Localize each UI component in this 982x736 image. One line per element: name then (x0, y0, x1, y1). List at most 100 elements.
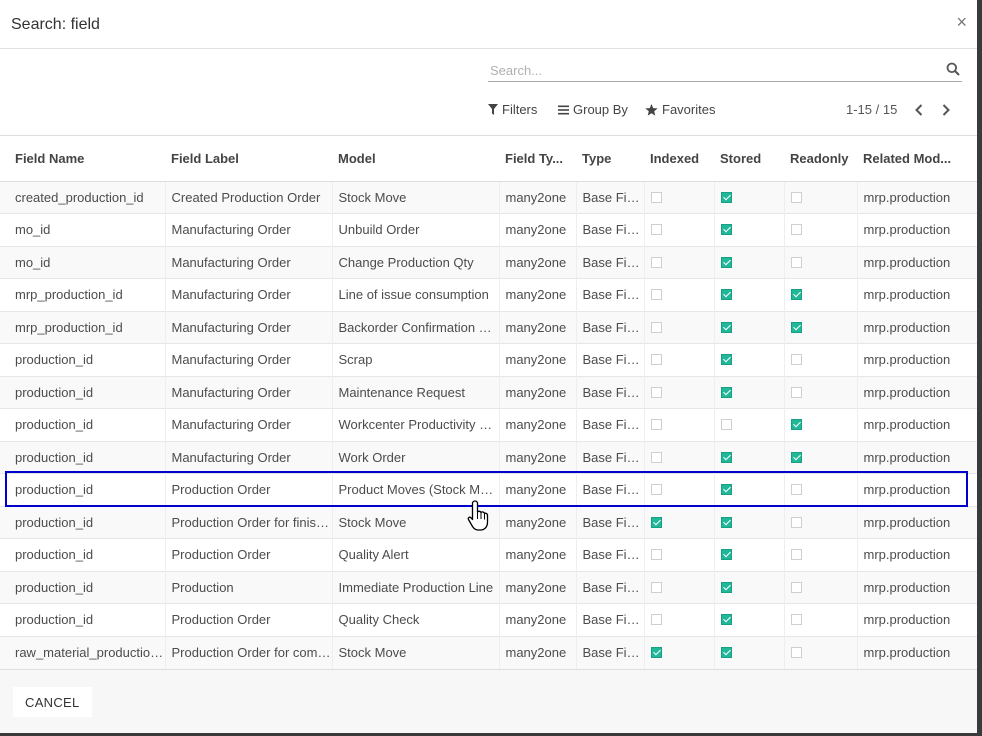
cell-field-label: Manufacturing Order (165, 343, 333, 376)
table-row[interactable]: production_id Manufacturing Order Work Ord… (0, 440, 977, 474)
search-input[interactable] (488, 60, 932, 80)
readonly-checkbox (790, 451, 802, 463)
cell-field-type: many2one (499, 278, 577, 311)
dialog-title: Search: field (11, 16, 100, 33)
cell-related-model: mrp.production (857, 213, 977, 246)
indexed-checkbox (650, 256, 662, 268)
table-row[interactable]: production_id Production Order Quality Che… (0, 603, 977, 636)
stored-checkbox (720, 386, 732, 398)
readonly-checkbox (790, 224, 802, 236)
cell-indexed (644, 473, 715, 506)
table-row[interactable]: mrp_production_id Manufacturing Order Line… (0, 278, 977, 311)
cell-type: Base Field (576, 473, 645, 506)
table-row[interactable]: mrp_production_id Manufacturing Order Back… (0, 310, 977, 344)
header-indexed[interactable]: Indexed (644, 136, 714, 182)
cell-field-label: Manufacturing Order (165, 278, 333, 311)
table-row[interactable]: production_id Manufacturing Order Maintena… (0, 375, 977, 409)
cell-field-label: Manufacturing Order (165, 408, 333, 441)
favorites-label: Favorites (662, 102, 716, 117)
cell-stored (714, 180, 785, 214)
table-row[interactable]: production_id Production Order Product Mov… (0, 473, 977, 506)
cell-readonly (784, 440, 858, 474)
table-row[interactable]: production_id Manufacturing Order Workcent… (0, 408, 977, 441)
cell-stored (714, 635, 785, 669)
cell-field-type: many2one (499, 375, 577, 409)
cell-model: Immediate Production Line (332, 570, 500, 604)
group-by-button[interactable]: Group By (558, 102, 628, 117)
table-row[interactable]: production_id Production Order for finish… (0, 505, 977, 539)
cell-type: Base Field (576, 213, 645, 246)
cell-type: Base Field (576, 440, 645, 474)
cell-related-model: mrp.production (857, 570, 977, 604)
header-field-name[interactable]: Field Name (0, 136, 165, 182)
cell-type: Base Field (576, 505, 645, 539)
table-row[interactable]: raw_material_production_id Production Ord… (0, 635, 977, 669)
header-stored[interactable]: Stored (714, 136, 784, 182)
cell-type: Base Field (576, 310, 645, 344)
cell-field-type: many2one (499, 440, 577, 474)
fields-table: Field Name Field Label Model Field Ty...… (0, 136, 977, 669)
favorites-button[interactable]: Favorites (645, 102, 715, 117)
header-readonly[interactable]: Readonly (784, 136, 857, 182)
cell-readonly (784, 473, 858, 506)
cell-stored (714, 278, 785, 311)
cell-stored (714, 440, 785, 474)
readonly-checkbox (790, 419, 802, 431)
header-related-model[interactable]: Related Mod... (857, 136, 977, 182)
cell-readonly (784, 245, 858, 279)
cell-readonly (784, 570, 858, 604)
cell-field-label: Production Order (165, 538, 333, 571)
filters-button[interactable]: Filters (488, 102, 537, 117)
header-field-type[interactable]: Field Ty... (499, 136, 576, 182)
pager-value[interactable]: 1-15 / 15 (846, 102, 897, 117)
close-button[interactable]: × (956, 12, 967, 32)
table-row[interactable]: created_production_id Created Production … (0, 180, 977, 214)
stored-checkbox (720, 321, 732, 333)
cell-related-model: mrp.production (857, 278, 977, 311)
search-icon[interactable] (946, 62, 960, 76)
cell-indexed (644, 440, 715, 474)
cell-field-label: Production (165, 570, 333, 604)
cell-type: Base Field (576, 245, 645, 279)
pager-previous-button[interactable] (910, 100, 928, 120)
cell-model: Quality Check (332, 603, 500, 636)
cell-model: Product Moves (Stock Move Line) (332, 473, 500, 506)
cell-indexed (644, 180, 715, 214)
cell-field-name: production_id (0, 408, 166, 441)
header-field-label[interactable]: Field Label (165, 136, 332, 182)
readonly-checkbox (790, 614, 802, 626)
cell-field-type: many2one (499, 473, 577, 506)
stored-checkbox (720, 484, 732, 496)
header-type[interactable]: Type (576, 136, 644, 182)
cell-stored (714, 473, 785, 506)
header-model[interactable]: Model (332, 136, 499, 182)
cell-field-name: production_id (0, 570, 166, 604)
cell-readonly (784, 408, 858, 441)
table-row[interactable]: production_id Production Immediate Product… (0, 570, 977, 604)
cell-type: Base Field (576, 375, 645, 409)
cell-stored (714, 375, 785, 409)
cell-field-name: production_id (0, 440, 166, 474)
cell-type: Base Field (576, 635, 645, 669)
indexed-checkbox (650, 419, 662, 431)
indexed-checkbox (650, 581, 662, 593)
indexed-checkbox (650, 549, 662, 561)
cell-model: Stock Move (332, 180, 500, 214)
cell-field-type: many2one (499, 505, 577, 539)
stored-checkbox (720, 419, 732, 431)
cell-stored (714, 570, 785, 604)
cell-field-name: production_id (0, 538, 166, 571)
indexed-checkbox (650, 516, 662, 528)
pager-next-button[interactable] (937, 100, 955, 120)
table-row[interactable]: mo_id Manufacturing Order Change Productio… (0, 245, 977, 279)
table-row[interactable]: production_id Manufacturing Order Scrap man… (0, 343, 977, 376)
table-row[interactable]: production_id Production Order Quality Ale… (0, 538, 977, 571)
cancel-button[interactable]: CANCEL (13, 687, 92, 717)
cell-related-model: mrp.production (857, 310, 977, 344)
stored-checkbox (720, 224, 732, 236)
star-icon (645, 103, 658, 116)
table-row[interactable]: mo_id Manufacturing Order Unbuild Order man… (0, 213, 977, 246)
cell-field-type: many2one (499, 408, 577, 441)
cell-stored (714, 343, 785, 376)
cell-indexed (644, 343, 715, 376)
